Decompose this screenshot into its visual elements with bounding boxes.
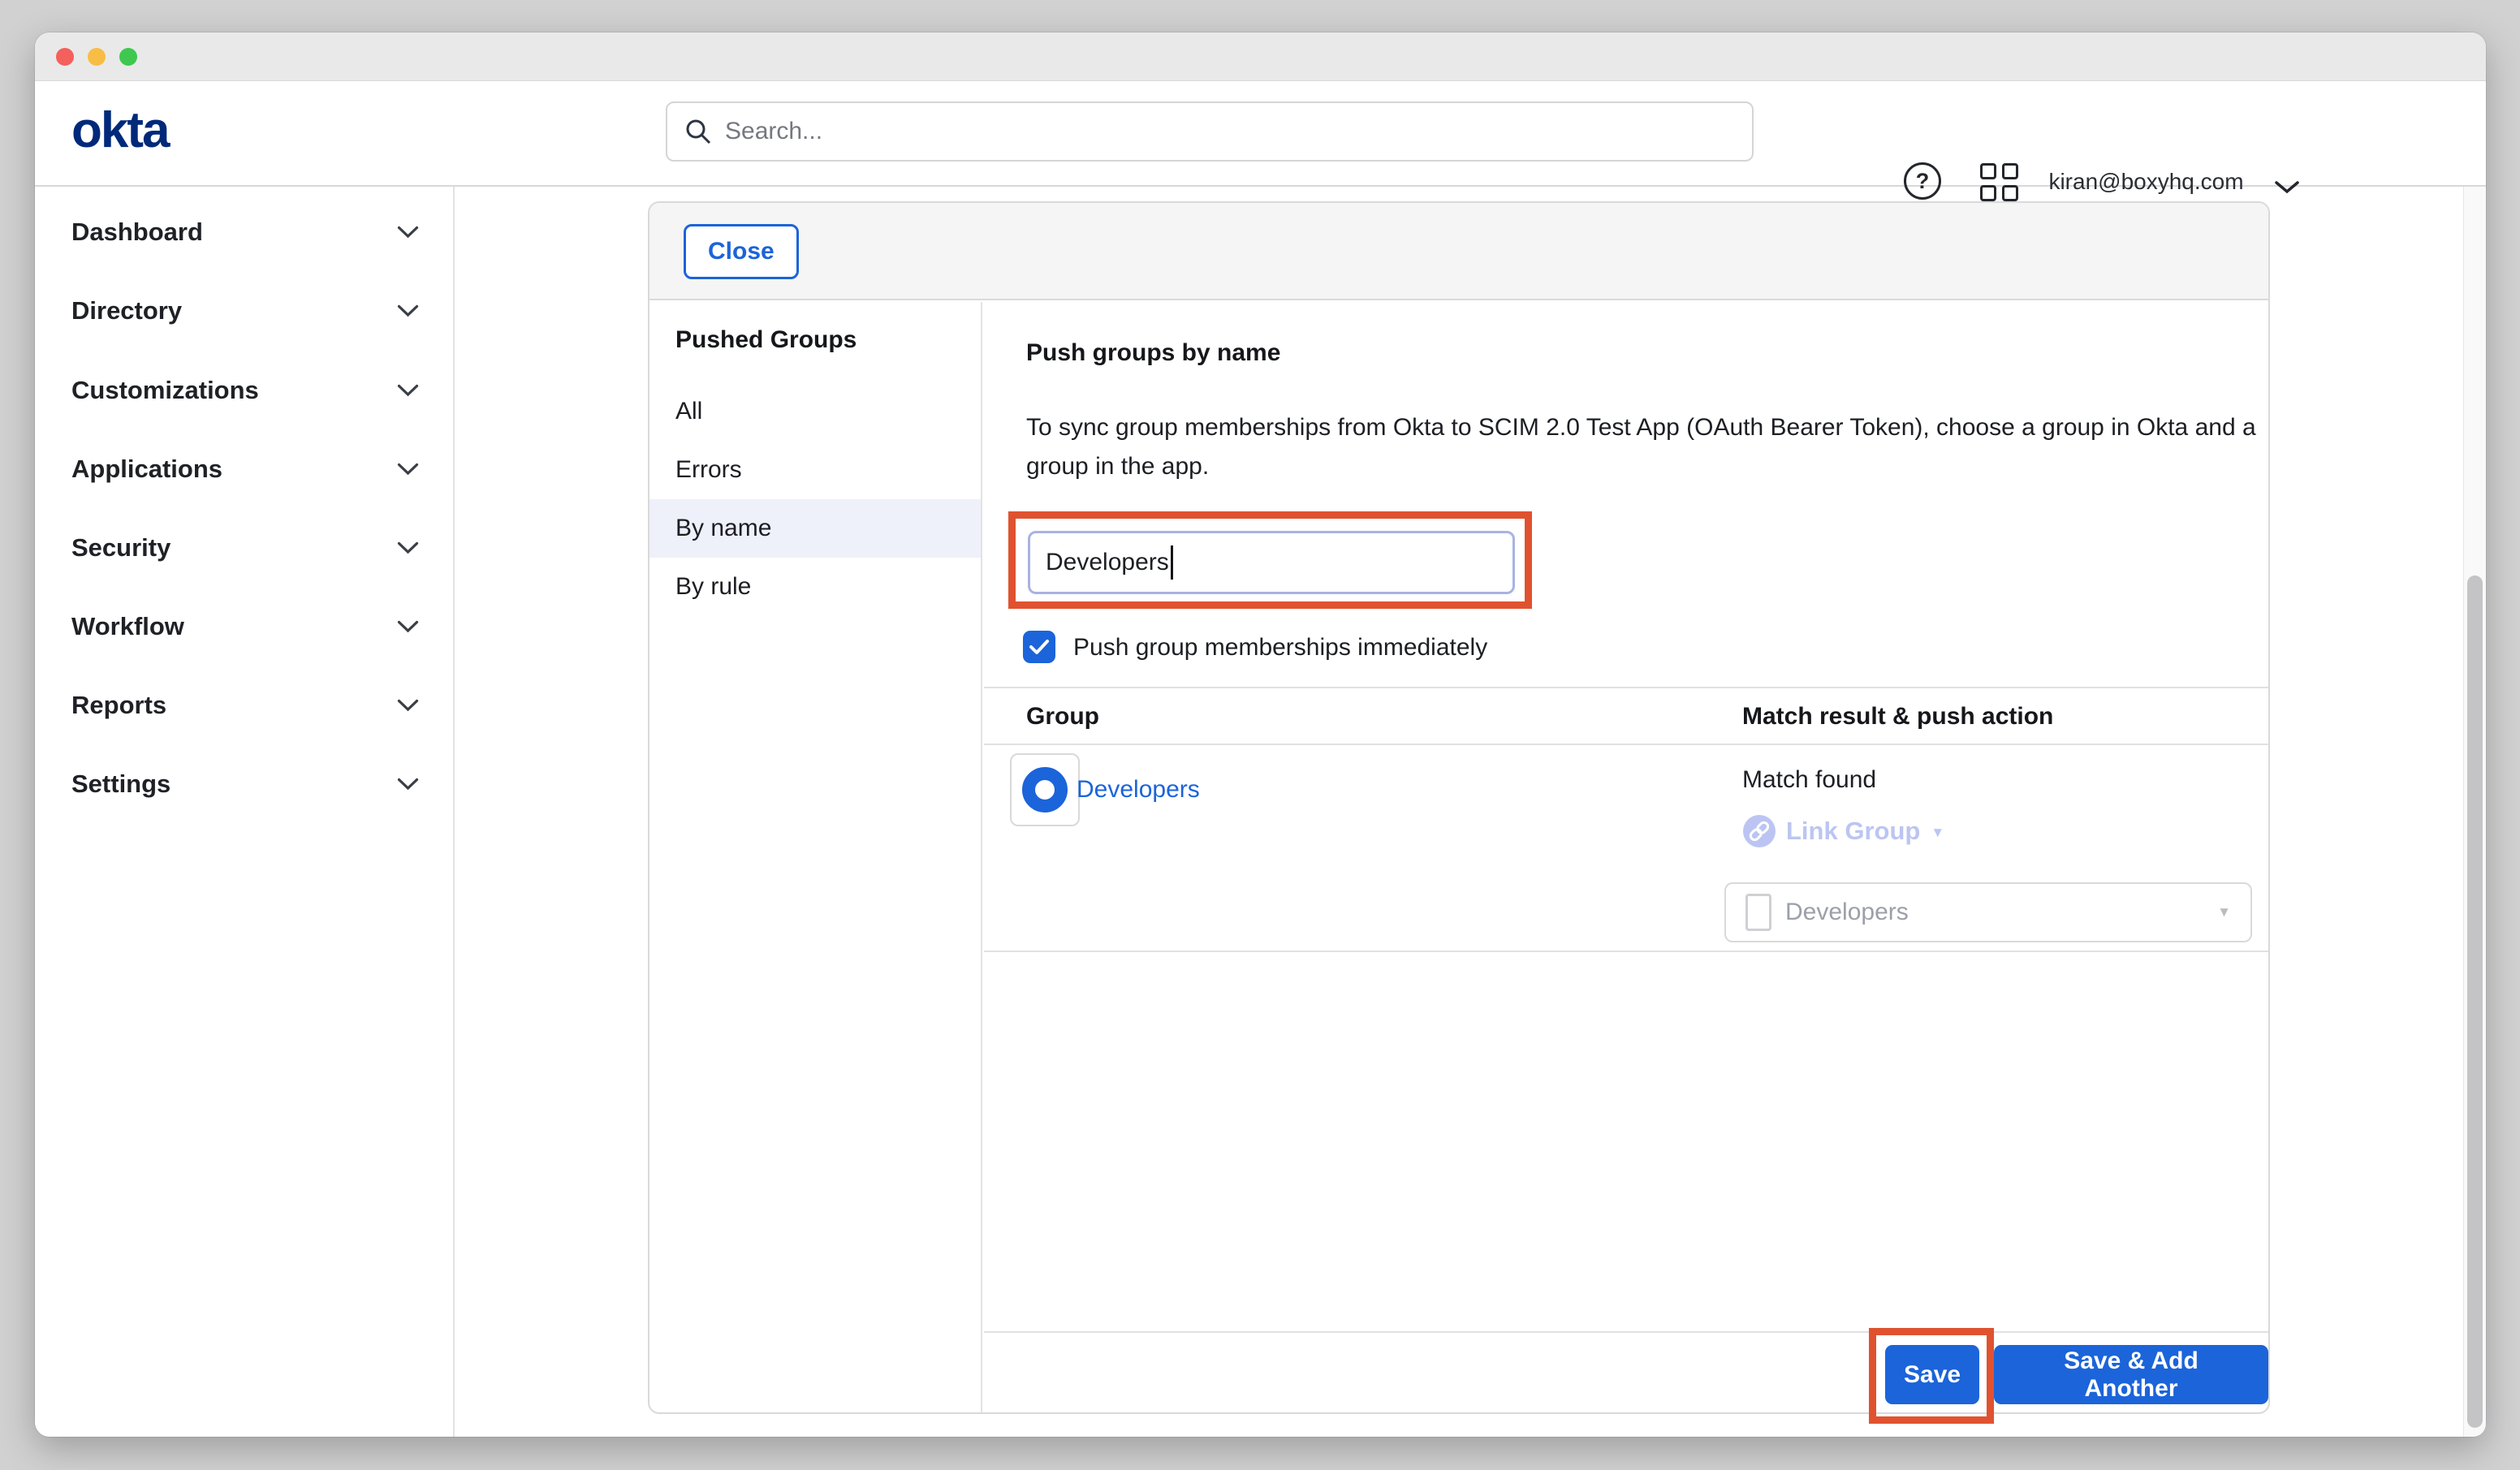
sidebar-item-applications[interactable]: Applications <box>35 440 453 498</box>
traffic-lights <box>56 48 137 66</box>
caret-down-icon: ▼ <box>2217 904 2231 920</box>
chevron-down-icon[interactable] <box>2274 180 2300 195</box>
sidebar: Dashboard Directory Customizations Appli… <box>35 187 455 1437</box>
nav-item-by-rule[interactable]: By rule <box>649 558 981 616</box>
search-input[interactable]: Search... <box>666 101 1754 162</box>
close-button[interactable]: Close <box>684 224 799 279</box>
divider <box>984 951 2268 952</box>
nav-item-errors[interactable]: Errors <box>649 441 981 499</box>
scrollbar-track[interactable] <box>2463 187 2486 1437</box>
minimize-window-button[interactable] <box>88 48 106 66</box>
column-header-match-result: Match result & push action <box>1742 701 2053 732</box>
chevron-down-icon <box>397 620 419 633</box>
help-icon[interactable]: ? <box>1904 162 1941 200</box>
save-add-another-button[interactable]: Save & Add Another <box>1994 1345 2268 1404</box>
push-immediately-checkbox[interactable] <box>1023 631 1055 663</box>
link-group-label: Link Group <box>1786 817 1920 846</box>
sidebar-item-dashboard[interactable]: Dashboard <box>35 203 453 261</box>
okta-logo: okta <box>71 106 168 156</box>
nav-item-by-name[interactable]: By name <box>649 499 981 558</box>
sidebar-item-directory[interactable]: Directory <box>35 282 453 340</box>
chevron-down-icon <box>397 541 419 554</box>
group-icon <box>1022 767 1068 813</box>
chevron-down-icon <box>397 699 419 712</box>
sidebar-item-settings[interactable]: Settings <box>35 755 453 813</box>
match-result-text: Match found <box>1742 765 1876 795</box>
apps-grid-icon[interactable] <box>1980 163 2018 201</box>
push-by-name-panel: Push groups by name To sync group member… <box>984 302 2268 1412</box>
account-email: kiran@boxyhq.com <box>2030 167 2262 196</box>
group-name-link[interactable]: Developers <box>1077 774 1200 805</box>
group-avatar <box>1010 753 1080 826</box>
dialog-header: Close <box>649 203 2268 300</box>
scrollbar-thumb[interactable] <box>2467 575 2483 1428</box>
search-placeholder: Search... <box>725 118 822 145</box>
panel-description: To sync group memberships from Okta to S… <box>1026 408 2268 486</box>
pushed-groups-title: Pushed Groups <box>675 322 857 358</box>
panel-title: Push groups by name <box>1026 335 1280 371</box>
save-button[interactable]: Save <box>1885 1345 1979 1404</box>
divider <box>984 687 2268 688</box>
chevron-down-icon <box>397 778 419 791</box>
group-placeholder-icon <box>1745 894 1771 931</box>
search-icon <box>684 117 713 146</box>
check-icon <box>1029 638 1050 656</box>
close-window-button[interactable] <box>56 48 74 66</box>
zoom-window-button[interactable] <box>119 48 137 66</box>
group-name-input[interactable]: Developers <box>1028 531 1515 594</box>
chevron-down-icon <box>397 463 419 476</box>
divider <box>984 744 2268 745</box>
caret-down-icon: ▼ <box>1931 821 1944 841</box>
window-titlebar <box>35 32 2486 81</box>
pushed-groups-nav: Pushed Groups All Errors By name By rule <box>649 302 982 1412</box>
chevron-down-icon <box>397 384 419 397</box>
link-icon <box>1743 815 1776 847</box>
text-cursor <box>1171 545 1173 580</box>
column-header-group: Group <box>1026 701 1099 732</box>
app-header: okta Search... ? kiran@boxyhq.com okta-d… <box>35 81 2486 187</box>
sidebar-item-reports[interactable]: Reports <box>35 676 453 735</box>
push-immediately-label: Push group memberships immediately <box>1073 632 1487 664</box>
sidebar-item-workflow[interactable]: Workflow <box>35 597 453 656</box>
group-name-input-value: Developers <box>1046 549 1169 576</box>
sidebar-item-security[interactable]: Security <box>35 519 453 577</box>
chevron-down-icon <box>397 304 419 317</box>
nav-item-all[interactable]: All <box>649 382 981 441</box>
app-group-select[interactable]: Developers ▼ <box>1724 882 2252 942</box>
footer-divider <box>984 1331 2268 1333</box>
browser-window: okta Search... ? kiran@boxyhq.com okta-d… <box>35 32 2486 1437</box>
app-group-value: Developers <box>1785 899 1909 926</box>
chevron-down-icon <box>397 226 419 239</box>
sidebar-item-customizations[interactable]: Customizations <box>35 361 453 420</box>
link-group-dropdown[interactable]: Link Group ▼ <box>1743 813 1944 849</box>
push-groups-dialog: Close Pushed Groups All Errors By name B… <box>648 201 2270 1414</box>
